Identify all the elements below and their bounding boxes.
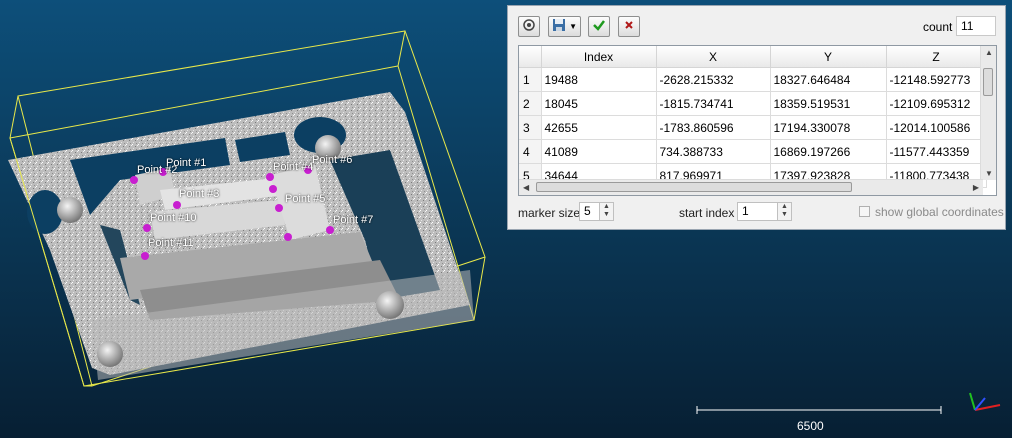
point-label: Point #7 bbox=[333, 214, 374, 226]
marker-size-label: marker size bbox=[518, 206, 581, 220]
start-index-spinbox[interactable]: 1 ▲ ▼ bbox=[737, 202, 792, 221]
column-header-z[interactable]: Z bbox=[886, 46, 987, 68]
cell-y[interactable]: 18327.646484 bbox=[770, 67, 887, 92]
cell-x[interactable]: -1783.860596 bbox=[656, 115, 771, 140]
cell-z[interactable]: -12014.100586 bbox=[886, 115, 987, 140]
point-marker[interactable] bbox=[141, 252, 149, 260]
point-label: Point #4 bbox=[273, 161, 314, 173]
horizontal-scroll-thumb[interactable] bbox=[536, 182, 852, 192]
cell-index[interactable]: 42655 bbox=[541, 115, 657, 140]
points-table[interactable]: Index X Y Z 1 19488 -2628.215332 18327.6… bbox=[518, 45, 997, 196]
scale-bar bbox=[696, 406, 942, 414]
cell-y[interactable]: 17194.330078 bbox=[770, 115, 887, 140]
spin-arrows-icon[interactable]: ▲ ▼ bbox=[777, 203, 791, 220]
vertical-scrollbar[interactable]: ▲ ▼ bbox=[980, 46, 996, 180]
horizontal-scrollbar[interactable]: ◀ ▶ bbox=[519, 179, 983, 195]
point-label: Point #1 bbox=[166, 157, 207, 169]
marker-size-value: 5 bbox=[584, 204, 591, 218]
point-cloud bbox=[8, 92, 474, 380]
cell-z[interactable]: -12109.695312 bbox=[886, 91, 987, 116]
reset-icon bbox=[522, 18, 536, 35]
row-number-header bbox=[519, 46, 542, 68]
cell-index[interactable]: 41089 bbox=[541, 139, 657, 164]
point-label: Point #6 bbox=[312, 154, 353, 166]
cell-y[interactable]: 16869.197266 bbox=[770, 139, 887, 164]
table-row[interactable]: 1 19488 -2628.215332 18327.646484 -12148… bbox=[519, 67, 987, 92]
axis-trihedron-icon bbox=[969, 392, 1001, 411]
point-marker[interactable] bbox=[275, 204, 283, 212]
save-button[interactable]: ▼ bbox=[548, 16, 581, 37]
point-marker[interactable] bbox=[143, 224, 151, 232]
column-header-y[interactable]: Y bbox=[770, 46, 887, 68]
vertical-scroll-thumb[interactable] bbox=[983, 68, 993, 96]
point-label: Point #11 bbox=[148, 237, 194, 249]
reset-button[interactable] bbox=[518, 16, 540, 37]
floppy-disk-icon bbox=[552, 18, 566, 35]
point-marker[interactable] bbox=[130, 176, 138, 184]
row-number: 2 bbox=[519, 91, 542, 116]
point-marker[interactable] bbox=[173, 201, 181, 209]
scroll-up-icon[interactable]: ▲ bbox=[985, 48, 993, 57]
spin-arrows-icon[interactable]: ▲ ▼ bbox=[599, 203, 613, 220]
point-list-panel: ▼ count 11 Index X Y Z 1 19488 -2628.215… bbox=[507, 5, 1006, 230]
chevron-down-icon: ▼ bbox=[569, 22, 577, 31]
cell-z[interactable]: -12148.592773 bbox=[886, 67, 987, 92]
global-coordinates-label: show global coordinates bbox=[875, 205, 1004, 219]
cell-index[interactable]: 19488 bbox=[541, 67, 657, 92]
cell-z[interactable]: -11577.443359 bbox=[886, 139, 987, 164]
point-label: Point #3 bbox=[179, 188, 220, 200]
row-number: 4 bbox=[519, 139, 542, 164]
column-header-index[interactable]: Index bbox=[541, 46, 657, 68]
scroll-left-icon[interactable]: ◀ bbox=[523, 183, 529, 192]
cancel-button[interactable] bbox=[618, 16, 640, 37]
count-field[interactable]: 11 bbox=[956, 16, 996, 36]
cell-index[interactable]: 18045 bbox=[541, 91, 657, 116]
scroll-down-icon[interactable]: ▼ bbox=[985, 169, 993, 178]
point-marker[interactable] bbox=[326, 226, 334, 234]
row-number: 3 bbox=[519, 115, 542, 140]
global-coordinates-checkbox[interactable] bbox=[859, 206, 870, 217]
point-marker[interactable] bbox=[284, 233, 292, 241]
table-header-row: Index X Y Z bbox=[519, 46, 987, 68]
scale-value: 6500 bbox=[797, 419, 824, 433]
marker-size-spinbox[interactable]: 5 ▲ ▼ bbox=[579, 202, 614, 221]
cell-x[interactable]: 734.388733 bbox=[656, 139, 771, 164]
red-x-icon bbox=[623, 19, 635, 34]
cell-y[interactable]: 18359.519531 bbox=[770, 91, 887, 116]
cell-x[interactable]: -2628.215332 bbox=[656, 67, 771, 92]
table-row[interactable]: 2 18045 -1815.734741 18359.519531 -12109… bbox=[519, 91, 987, 116]
accept-button[interactable] bbox=[588, 16, 610, 37]
point-label: Point #5 bbox=[285, 193, 326, 205]
count-label: count bbox=[923, 20, 953, 34]
start-index-label: start index bbox=[679, 206, 735, 220]
point-marker[interactable] bbox=[266, 173, 274, 181]
table-row[interactable]: 4 41089 734.388733 16869.197266 -11577.4… bbox=[519, 139, 987, 164]
point-label: Point #10 bbox=[150, 212, 197, 224]
cell-x[interactable]: -1815.734741 bbox=[656, 91, 771, 116]
row-number: 1 bbox=[519, 67, 542, 92]
scroll-right-icon[interactable]: ▶ bbox=[973, 183, 979, 192]
table-row[interactable]: 3 42655 -1783.860596 17194.330078 -12014… bbox=[519, 115, 987, 140]
start-index-value: 1 bbox=[742, 204, 749, 218]
column-header-x[interactable]: X bbox=[656, 46, 771, 68]
green-check-icon bbox=[592, 18, 606, 35]
point-marker[interactable] bbox=[269, 185, 277, 193]
